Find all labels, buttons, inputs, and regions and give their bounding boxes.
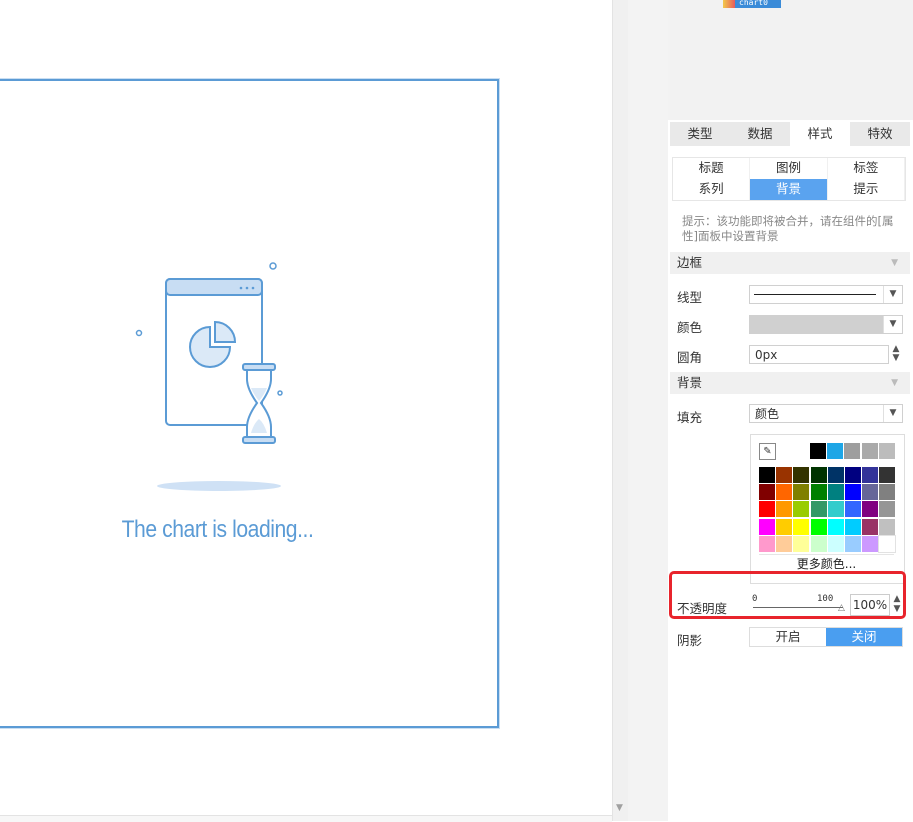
canvas-vertical-scrollbar[interactable] <box>612 0 628 821</box>
color-swatch[interactable] <box>844 443 861 459</box>
color-swatch[interactable] <box>879 501 896 518</box>
color-swatch[interactable] <box>810 501 827 518</box>
color-swatch[interactable] <box>827 518 844 535</box>
color-swatch[interactable] <box>776 501 793 518</box>
panel-tabs: 类型 数据 样式 特效 <box>670 122 910 146</box>
chevron-down-icon: ▼ <box>891 378 898 388</box>
color-swatch[interactable] <box>879 484 896 501</box>
chevron-down-icon: ▼ <box>883 405 902 422</box>
border-color-label: 颜色 <box>677 320 703 335</box>
subtab-series[interactable]: 系列 <box>673 179 751 200</box>
fill-label: 填充 <box>677 410 703 425</box>
color-swatch[interactable] <box>862 467 879 483</box>
shadow-off-option[interactable]: 关闭 <box>826 628 902 646</box>
color-swatch[interactable] <box>793 501 810 518</box>
corner-radius-input[interactable]: 0px ▲ ▼ <box>749 345 899 364</box>
color-swatch[interactable] <box>827 443 844 459</box>
color-swatch[interactable] <box>759 518 775 535</box>
stepper-icon[interactable]: ▲ ▼ <box>890 594 904 616</box>
chart-widget-icon <box>723 0 735 8</box>
color-swatch[interactable] <box>879 467 896 483</box>
subtab-title[interactable]: 标题 <box>673 158 751 179</box>
color-swatch[interactable] <box>793 535 810 552</box>
corner-radius-label: 圆角 <box>677 350 703 365</box>
color-swatch[interactable] <box>759 484 775 501</box>
chevron-down-icon: ▼ <box>883 286 902 303</box>
style-subtabs: 标题 图例 标签 系列 背景 提示 <box>672 157 906 201</box>
subtab-label[interactable]: 标签 <box>827 158 905 179</box>
color-swatch[interactable] <box>845 535 861 552</box>
stepper-icon[interactable]: ▲ ▼ <box>889 345 903 364</box>
fill-type-select[interactable]: 颜色 ▼ <box>749 404 903 423</box>
opacity-slider-thumb[interactable]: △ <box>838 603 845 613</box>
color-swatch[interactable] <box>776 518 793 535</box>
color-swatch[interactable] <box>845 518 861 535</box>
border-color-select[interactable]: ▼ <box>749 315 903 334</box>
color-swatch[interactable] <box>862 484 879 501</box>
border-section-header[interactable]: 边框 ▼ <box>670 252 910 274</box>
background-section-header[interactable]: 背景 ▼ <box>670 372 910 394</box>
color-swatch[interactable] <box>776 484 793 501</box>
color-swatch[interactable] <box>861 443 878 459</box>
shadow-toggle: 开启 关闭 <box>749 627 903 647</box>
color-swatch[interactable] <box>810 443 826 459</box>
chevron-down-icon: ▼ <box>891 258 898 268</box>
color-swatch[interactable] <box>793 518 810 535</box>
color-swatch[interactable] <box>878 443 895 459</box>
line-style-preview <box>754 294 876 295</box>
color-swatch[interactable] <box>810 467 827 483</box>
tab-type[interactable]: 类型 <box>670 122 730 146</box>
color-swatch[interactable] <box>862 518 879 535</box>
chevron-down-icon: ▼ <box>883 316 902 333</box>
color-swatch[interactable] <box>759 501 775 518</box>
shadow-on-option[interactable]: 开启 <box>750 628 826 646</box>
opacity-label: 不透明度 <box>677 601 728 616</box>
color-swatch[interactable] <box>827 467 844 483</box>
subtab-tooltip[interactable]: 提示 <box>827 179 905 200</box>
color-swatch[interactable] <box>862 535 879 552</box>
color-swatch[interactable] <box>759 467 775 483</box>
shadow-label: 阴影 <box>677 633 703 648</box>
opacity-min-label: 0 <box>752 594 758 604</box>
color-swatch[interactable] <box>845 501 861 518</box>
widget-list-area <box>668 0 913 120</box>
scroll-down-icon[interactable]: ▼ <box>612 800 627 816</box>
color-swatch[interactable] <box>862 501 879 518</box>
opacity-input[interactable]: 100% <box>850 594 890 616</box>
color-swatch[interactable] <box>827 535 844 552</box>
tab-style[interactable]: 样式 <box>790 122 850 146</box>
chart-loading-illustration <box>135 262 283 491</box>
color-swatch[interactable] <box>810 484 827 501</box>
chart-loading-text: The chart is loading... <box>121 516 314 543</box>
subtab-background[interactable]: 背景 <box>750 179 828 200</box>
tab-effects[interactable]: 特效 <box>850 122 910 146</box>
color-swatch[interactable] <box>878 534 897 553</box>
color-swatch[interactable] <box>879 518 896 535</box>
eyedropper-icon[interactable]: ✎ <box>759 443 776 460</box>
color-swatch[interactable] <box>810 535 827 552</box>
merge-hint-text: 提示：该功能即将被合并，请在组件的[属性]面板中设置背景 <box>682 214 894 243</box>
line-type-select[interactable]: ▼ <box>749 285 903 304</box>
color-swatch[interactable] <box>759 535 775 552</box>
line-type-label: 线型 <box>677 290 703 305</box>
color-swatch[interactable] <box>776 467 793 483</box>
subtab-legend[interactable]: 图例 <box>750 158 828 179</box>
color-swatch[interactable] <box>845 484 861 501</box>
panel-gutter <box>628 0 668 821</box>
color-swatch[interactable] <box>776 535 793 552</box>
color-swatch[interactable] <box>793 467 810 483</box>
color-swatch[interactable] <box>845 467 861 483</box>
opacity-slider-track[interactable] <box>753 607 843 608</box>
opacity-max-label: 100 <box>817 594 834 604</box>
color-swatch[interactable] <box>827 484 844 501</box>
color-swatch[interactable] <box>793 484 810 501</box>
color-swatch[interactable] <box>827 501 844 518</box>
color-swatch[interactable] <box>810 518 827 535</box>
tab-data[interactable]: 数据 <box>730 122 790 146</box>
